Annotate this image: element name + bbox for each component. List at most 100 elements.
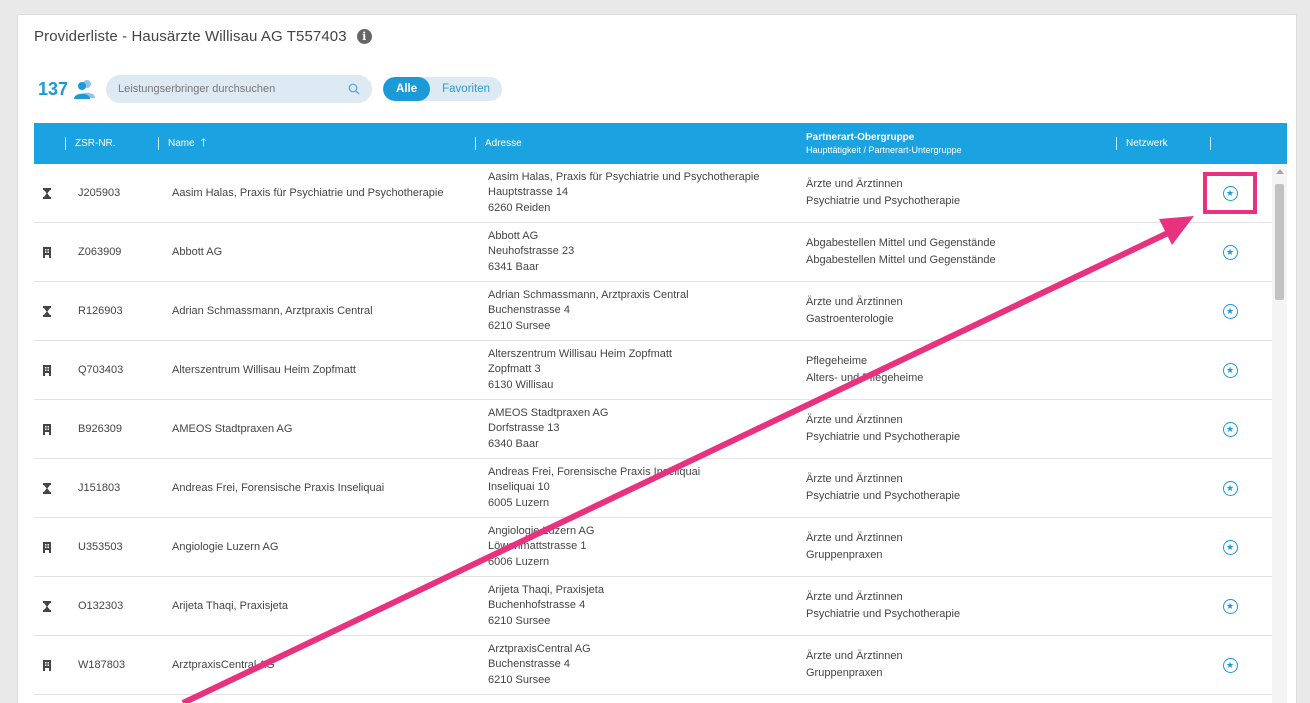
address-line: Andreas Frei, Forensische Praxis Inseliq…	[488, 465, 701, 478]
table-row[interactable]: O132303 Arijeta Thaqi, Praxisjeta Arijet…	[34, 577, 1272, 636]
favorite-button[interactable]: ★	[1220, 518, 1240, 576]
partner-type: Abgabestellen Mittel und Gegenstände Abga…	[806, 223, 996, 281]
title-row: Providerliste - Hausärzte Willisau AG T5…	[34, 25, 372, 47]
filter-favorites-button[interactable]: Favoriten	[430, 77, 502, 101]
star-circle-icon[interactable]: ★	[1222, 362, 1238, 378]
column-separator	[475, 137, 476, 150]
toolbar: 137 Alle Favoriten	[38, 74, 503, 104]
scroll-thumb[interactable]	[1275, 184, 1284, 300]
column-header-partner[interactable]: Partnerart-Obergruppe Haupttätigkeit / P…	[806, 123, 962, 164]
address-line: Alterszentrum Willisau Heim Zopfmatt	[488, 347, 672, 360]
zsr-number: R126903	[78, 305, 123, 317]
search-box	[106, 75, 373, 103]
partner-main: Ärzte und Ärztinnen	[806, 531, 903, 544]
address-line: Buchenstrasse 4	[488, 304, 570, 317]
info-icon[interactable]: i	[356, 28, 372, 44]
partner-sub: Alters- und Pflegeheime	[806, 372, 924, 384]
address-line: AMEOS Stadtpraxen AG	[488, 406, 609, 419]
favorite-button[interactable]: ★	[1220, 577, 1240, 635]
provider-name: Arijeta Thaqi, Praxisjeta	[172, 600, 288, 612]
star-circle-icon[interactable]: ★	[1222, 539, 1238, 555]
table-row[interactable]: B926309 AMEOS Stadtpraxen AG AMEOS Stadt…	[34, 400, 1272, 459]
table-scrollbar[interactable]	[1272, 164, 1287, 703]
favorite-button[interactable]: ★	[1220, 459, 1240, 517]
address: Adrian Schmassmann, Arztpraxis Central Bu…	[488, 282, 689, 340]
partner-sub: Abgabestellen Mittel und Gegenstände	[806, 254, 996, 266]
table-row[interactable]: W187803 ArztpraxisCentral AG ArztpraxisC…	[34, 636, 1272, 695]
partner-main: Ärzte und Ärztinnen	[806, 649, 903, 662]
partner-main: Ärzte und Ärztinnen	[806, 295, 903, 308]
address-line: Aasim Halas, Praxis für Psychiatrie und …	[488, 170, 760, 183]
star-circle-icon[interactable]: ★	[1222, 657, 1238, 673]
partner-type: Ärzte und Ärztinnen Gruppenpraxen	[806, 636, 903, 694]
star-circle-icon[interactable]: ★	[1222, 421, 1238, 437]
address: Abbott AG Neuhofstrasse 23 6341 Baar	[488, 223, 574, 281]
provider-name: Adrian Schmassmann, Arztpraxis Central	[172, 305, 373, 317]
address-line: 6341 Baar	[488, 260, 539, 273]
column-header-name[interactable]: Name 🡑	[158, 123, 206, 164]
zsr-number: W187803	[78, 659, 126, 671]
provider-name: Abbott AG	[172, 246, 223, 258]
partner-type: Ärzte und Ärztinnen Gruppenpraxen	[806, 518, 903, 576]
table-row[interactable]: J151803 Andreas Frei, Forensische Praxis…	[34, 459, 1272, 518]
address-line: 6340 Baar	[488, 437, 539, 450]
table-row[interactable]: U353503 Angiologie Luzern AG Angiologie …	[34, 518, 1272, 577]
address: Alterszentrum Willisau Heim Zopfmatt Zopf…	[488, 341, 672, 399]
star-circle-icon[interactable]: ★	[1222, 480, 1238, 496]
address: Arijeta Thaqi, Praxisjeta Buchenhofstrass…	[488, 577, 604, 635]
table-row[interactable]: J205903 Aasim Halas, Praxis für Psychiat…	[34, 164, 1272, 223]
column-label-address: Adresse	[485, 138, 522, 149]
star-circle-icon[interactable]: ★	[1222, 244, 1238, 260]
address-line: 6006 Luzern	[488, 555, 550, 568]
favorite-button[interactable]: ★	[1220, 400, 1240, 458]
table-row[interactable]: Q703403 Alterszentrum Willisau Heim Zopf…	[34, 341, 1272, 400]
zsr-number: U353503	[78, 541, 123, 553]
table-row[interactable]: R126903 Adrian Schmassmann, Arztpraxis C…	[34, 282, 1272, 341]
favorite-button[interactable]: ★	[1220, 223, 1240, 281]
favorite-button[interactable]: ★	[1220, 282, 1240, 340]
provider-name: Aasim Halas, Praxis für Psychiatrie und …	[172, 187, 444, 199]
arrow-up-icon[interactable]: 🡑	[201, 134, 207, 153]
table-header: ZSR-NR. Name 🡑 Adresse Partnerart-Obergr…	[34, 123, 1287, 164]
partner-type: Ärzte und Ärztinnen Gastroenterologie	[806, 282, 903, 340]
provider-count: 137	[38, 78, 69, 99]
provider-list-card: Providerliste - Hausärzte Willisau AG T5…	[17, 14, 1297, 703]
column-separator	[158, 137, 159, 150]
partner-type: Ärzte und Ärztinnen Psychiatrie und Psych…	[806, 577, 960, 635]
column-header-network[interactable]: Netzwerk	[1116, 123, 1168, 164]
favorite-button[interactable]: ★	[1220, 636, 1240, 694]
provider-name: ArztpraxisCentral AG	[172, 659, 275, 671]
person-icon	[42, 164, 62, 222]
partner-type: Pflegeheime Alters- und Pflegeheime	[806, 341, 923, 399]
scroll-up-arrow[interactable]	[1276, 169, 1284, 174]
column-label-zsr: ZSR-NR.	[75, 138, 116, 149]
favorite-button[interactable]: ★	[1220, 341, 1240, 399]
search-icon[interactable]	[348, 83, 360, 95]
column-header-zsr[interactable]: ZSR-NR.	[65, 123, 116, 164]
partner-type: Ärzte und Ärztinnen Psychiatrie und Psych…	[806, 459, 960, 517]
column-separator	[1210, 137, 1211, 150]
table-row[interactable]: Z063909 Abbott AG Abbott AG Neuhofstrasse…	[34, 223, 1272, 282]
star-circle-icon[interactable]: ★	[1222, 185, 1238, 201]
search-input[interactable]	[106, 83, 327, 95]
building-icon	[42, 518, 62, 576]
partner-sub: Psychiatrie und Psychotherapie	[806, 608, 961, 620]
address-line: Löwenmattstrasse 1	[488, 540, 587, 553]
page-title: Providerliste - Hausärzte Willisau AG T5…	[34, 27, 347, 45]
building-icon	[42, 341, 62, 399]
favorite-button[interactable]: ★	[1220, 164, 1240, 222]
column-separator	[65, 137, 66, 150]
filter-all-button[interactable]: Alle	[383, 77, 431, 101]
partner-sub: Psychiatrie und Psychotherapie	[806, 490, 961, 502]
column-header-favorite	[1210, 123, 1220, 164]
address: AMEOS Stadtpraxen AG Dorfstrasse 13 6340 B…	[488, 400, 608, 458]
zsr-number: Z063909	[78, 246, 122, 258]
address-line: 6005 Luzern	[488, 496, 550, 509]
zsr-number: J151803	[78, 482, 121, 494]
address-line: Dorfstrasse 13	[488, 422, 560, 435]
address-line: 6130 Willisau	[488, 378, 554, 391]
star-circle-icon[interactable]: ★	[1222, 598, 1238, 614]
star-circle-icon[interactable]: ★	[1222, 303, 1238, 319]
column-header-address[interactable]: Adresse	[475, 123, 522, 164]
address-line: 6210 Sursee	[488, 673, 551, 686]
